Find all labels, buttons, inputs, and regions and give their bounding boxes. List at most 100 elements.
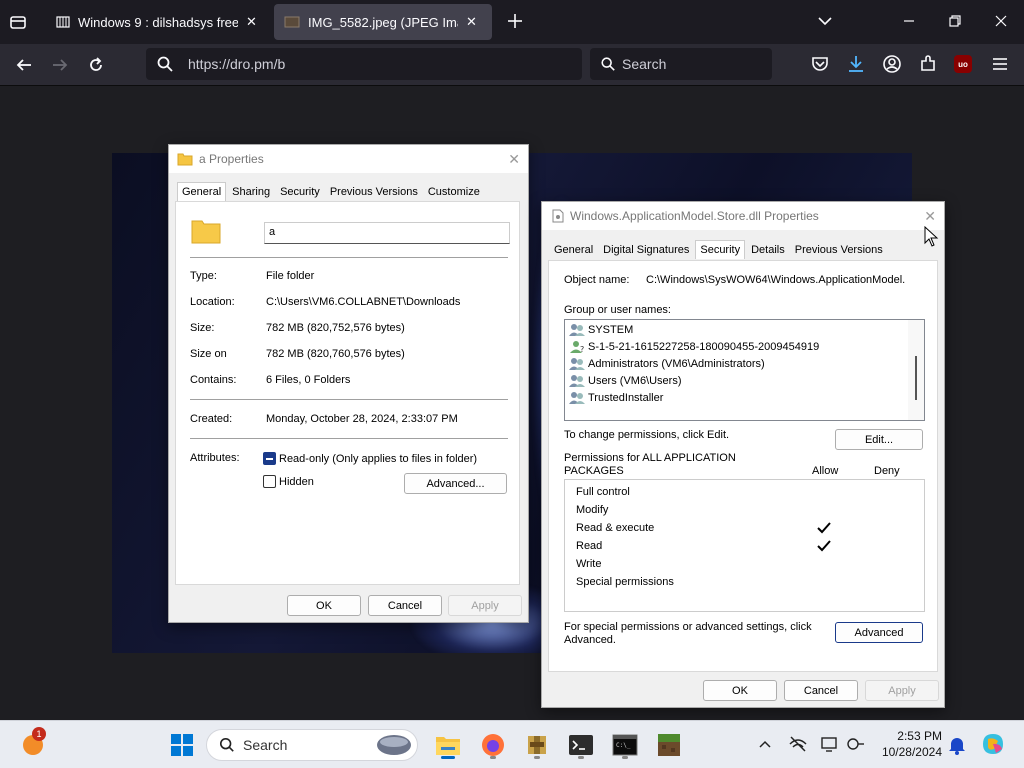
forward-arrow-icon[interactable] [46, 52, 74, 78]
security-panel: Object name: C:\Windows\SysWOW64\Windows… [548, 260, 938, 672]
apply-button[interactable]: Apply [865, 680, 939, 701]
edit-button[interactable]: Edit... [835, 429, 923, 450]
list-item[interactable]: SYSTEM [569, 323, 633, 337]
minimize-icon[interactable] [902, 14, 916, 28]
search-icon [219, 737, 235, 753]
permission-name: Modify [576, 504, 609, 516]
account-icon[interactable] [882, 54, 902, 74]
clock-time[interactable]: 2:53 PM [876, 729, 942, 743]
file-explorer-icon[interactable] [432, 729, 464, 761]
reload-icon[interactable] [82, 52, 110, 78]
pocket-icon[interactable] [810, 54, 830, 74]
vpn-icon[interactable] [846, 735, 866, 753]
users-listbox[interactable]: SYSTEM ? S-1-5-21-1615227258-180090455-2… [564, 319, 925, 421]
scrollbar[interactable] [908, 320, 924, 420]
tab-security[interactable]: Security [695, 240, 746, 259]
notification-badge: 1 [32, 727, 46, 741]
display-icon[interactable] [820, 735, 840, 753]
tab-general[interactable]: General [550, 241, 597, 260]
users-icon [569, 358, 585, 370]
apply-button[interactable]: Apply [448, 595, 522, 616]
ok-button[interactable]: OK [287, 595, 361, 616]
close-icon[interactable]: ✕ [466, 14, 477, 30]
url-bar[interactable]: https://dro.pm/b [146, 48, 582, 80]
tab-digital-signatures[interactable]: Digital Signatures [599, 241, 693, 260]
search-icon [600, 56, 616, 72]
list-item[interactable]: Users (VM6\Users) [569, 374, 682, 388]
ublock-icon[interactable]: uo [954, 55, 972, 73]
deny-header: Deny [874, 465, 900, 477]
title-bar: Windows.ApplicationModel.Store.dll Prope… [542, 202, 944, 230]
close-icon[interactable]: ✕ [924, 208, 936, 225]
cancel-button[interactable]: Cancel [784, 680, 858, 701]
svg-text:C:\_: C:\_ [616, 742, 631, 749]
tab-security[interactable]: Security [276, 183, 324, 202]
location-label: Location: [190, 296, 235, 308]
created-label: Created: [190, 413, 233, 425]
weather-widget-icon[interactable]: 1 [20, 727, 46, 757]
chevron-up-icon[interactable] [758, 738, 772, 750]
permission-name: Read & execute [576, 522, 655, 534]
size-label: Size: [190, 322, 215, 334]
object-name-value: C:\Windows\SysWOW64\Windows.ApplicationM… [646, 274, 906, 286]
cancel-button[interactable]: Cancel [368, 595, 442, 616]
close-icon[interactable]: ✕ [508, 151, 520, 168]
tab-bar: Windows 9 : dilshadsys freeware ✕ IMG_55… [0, 0, 1024, 44]
menu-icon[interactable] [990, 54, 1010, 74]
tab-overview-icon[interactable] [8, 12, 28, 32]
cmd-icon[interactable]: C:\_ [609, 729, 641, 761]
downloads-icon[interactable] [846, 54, 866, 74]
chevron-down-icon[interactable] [816, 14, 834, 28]
tab-title: Windows 9 : dilshadsys freeware [78, 14, 238, 30]
search-bar[interactable]: Search [590, 48, 772, 80]
tab-windows9[interactable]: Windows 9 : dilshadsys freeware ✕ [46, 4, 272, 40]
folder-name-input[interactable]: a [264, 222, 510, 244]
hidden-checkbox[interactable] [263, 475, 276, 488]
permissions-list: Full control Modify Read & execute Read Writ… [564, 479, 925, 612]
tab-general[interactable]: General [177, 182, 227, 201]
firefox-icon[interactable] [477, 729, 509, 761]
tab-previous-versions[interactable]: Previous Versions [791, 241, 887, 260]
size-on-value: 782 MB (820,760,576 bytes) [266, 348, 405, 360]
restore-icon[interactable] [948, 14, 962, 28]
ok-button[interactable]: OK [703, 680, 777, 701]
scrollbar-thumb[interactable] [915, 356, 917, 400]
terminal-icon[interactable] [565, 729, 597, 761]
new-tab-icon[interactable] [506, 12, 524, 30]
clock-date[interactable]: 10/28/2024 [870, 745, 942, 759]
close-icon[interactable]: ✕ [246, 14, 257, 30]
permission-name: Write [576, 558, 602, 570]
permissions-header-2: PACKAGES [564, 465, 624, 477]
taskbar-search[interactable]: Search [206, 729, 418, 761]
size-on-label: Size on [190, 348, 227, 360]
tab-details[interactable]: Details [747, 241, 789, 260]
bell-icon[interactable] [948, 735, 966, 755]
close-window-icon[interactable] [994, 14, 1008, 28]
tab-customize[interactable]: Customize [424, 183, 484, 202]
folder-icon [177, 152, 193, 166]
archive-app-icon[interactable] [521, 729, 553, 761]
tab-strip: General Sharing Security Previous Versio… [177, 182, 486, 202]
advanced-button[interactable]: Advanced [835, 622, 923, 643]
tab-previous-versions[interactable]: Previous Versions [326, 183, 422, 202]
extensions-icon[interactable] [918, 54, 938, 74]
search-placeholder: Search [622, 56, 667, 72]
general-panel: a Type: File folder Location: C:\Users\V… [175, 201, 520, 585]
tab-image[interactable]: IMG_5582.jpeg (JPEG Image, 80 ✕ [274, 4, 492, 40]
copilot-icon[interactable] [980, 731, 1006, 757]
readonly-checkbox[interactable] [263, 452, 276, 465]
permission-name: Special permissions [576, 576, 674, 588]
permission-row: Full control [576, 486, 916, 502]
network-off-icon[interactable] [788, 735, 808, 753]
back-arrow-icon[interactable] [10, 52, 38, 78]
tab-title: IMG_5582.jpeg (JPEG Image, 80 [308, 14, 458, 30]
minecraft-icon[interactable] [653, 729, 685, 761]
advanced-button[interactable]: Advanced... [404, 473, 507, 494]
tab-sharing[interactable]: Sharing [228, 183, 274, 202]
start-icon[interactable] [166, 729, 198, 761]
list-item[interactable]: ? S-1-5-21-1615227258-180090455-20094549… [569, 340, 819, 354]
change-permissions-text: To change permissions, click Edit. [564, 429, 730, 441]
list-item[interactable]: Administrators (VM6\Administrators) [569, 357, 765, 371]
list-item[interactable]: TrustedInstaller [569, 391, 663, 405]
readonly-label: Read-only (Only applies to files in fold… [279, 453, 478, 465]
